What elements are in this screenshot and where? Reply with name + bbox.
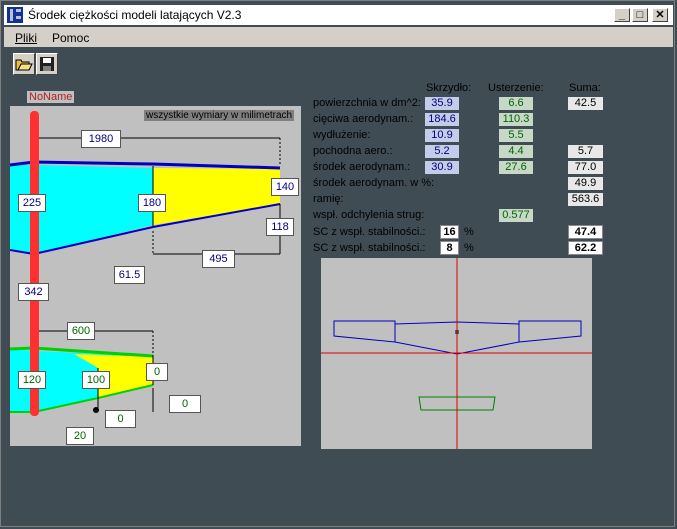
maximize-button[interactable]: □ — [632, 8, 648, 22]
wing-mid-chord-field[interactable]: 180 — [138, 194, 166, 212]
save-icon — [40, 57, 54, 71]
wing-tip-chord-field[interactable]: 140 — [271, 178, 299, 196]
row-label: pochodna aero.: — [313, 145, 393, 157]
model-drawing — [9, 111, 281, 416]
wing-root-chord-field[interactable]: 225 — [18, 194, 46, 212]
stab-tip-offset-field[interactable]: 0 — [169, 395, 201, 413]
row-label: cięciwa aerodynam.: — [313, 113, 414, 125]
stab-aspect-value: 5.5 — [499, 129, 533, 142]
sc1-unit: % — [464, 226, 474, 238]
minimize-button[interactable]: _ — [614, 8, 630, 22]
app-icon — [7, 7, 23, 23]
sc1-input[interactable]: 16 — [440, 225, 459, 239]
model-name-label[interactable]: NoName — [27, 91, 75, 103]
window-title: Środek ciężkości modeli latających V2.3 — [28, 8, 242, 22]
save-file-button[interactable] — [36, 53, 58, 75]
wing-tip-offset-field[interactable]: 118 — [266, 218, 294, 236]
units-note: wszystkie wymiary w milimetrach — [144, 110, 295, 121]
wing-area-value: 35.9 — [425, 97, 459, 110]
header-stab: Usterzenie: — [488, 82, 544, 94]
row-label: wydłużenie: — [313, 129, 371, 141]
stab-root-chord-field[interactable]: 120 — [18, 371, 46, 389]
row-label: środek aerodynam. w %: — [313, 177, 435, 189]
close-button[interactable]: ✕ — [652, 8, 668, 22]
stab-ac-value: 27.6 — [499, 161, 533, 174]
planform-view — [321, 258, 592, 449]
stab-mac-value: 110.3 — [499, 113, 533, 126]
tail-distance-field[interactable]: 342 — [18, 283, 49, 301]
stab-area-value: 6.6 — [499, 97, 533, 110]
sum-ac-value: 77.0 — [568, 161, 603, 174]
stab-mid-chord-field[interactable]: 100 — [82, 371, 110, 389]
sum-arm-value: 563.6 — [568, 193, 603, 206]
stab-tip-chord-field[interactable]: 0 — [146, 363, 168, 381]
sum-ac-percent-value: 49.9 — [568, 177, 603, 190]
sc2-result: 62.2 — [568, 241, 603, 255]
downwash-value: 0.577 — [499, 209, 533, 222]
sum-lift-slope-value: 5.7 — [568, 145, 603, 158]
sc1-label: SC z wspł. stabilności.: — [313, 226, 426, 238]
planform-drawing — [321, 258, 592, 449]
open-file-button[interactable] — [13, 53, 35, 75]
stab-lift-slope-value: 4.4 — [499, 145, 533, 158]
menu-pliki[interactable]: Pliki — [15, 31, 37, 45]
wing-le-offset-field[interactable]: 61.5 — [114, 266, 145, 284]
sum-area-value: 42.5 — [568, 97, 603, 110]
header-sum: Suma: — [569, 82, 601, 94]
row-label: powierzchnia w dm^2: — [313, 97, 421, 109]
wing-mac-value: 184.6 — [425, 113, 459, 126]
wing-span-field[interactable]: 1980 — [81, 130, 121, 148]
title-bar: Środek ciężkości modeli latających V2.3 … — [4, 5, 673, 25]
model-drawing-panel — [9, 106, 301, 446]
open-icon — [15, 59, 33, 71]
sc2-label: SC z wspł. stabilności.: — [313, 242, 426, 254]
row-label: ramię: — [313, 193, 344, 205]
row-label: wspł. odchylenia strug: — [313, 209, 425, 221]
stab-span-field[interactable]: 600 — [67, 322, 95, 340]
wing-sweep-field[interactable]: 495 — [202, 250, 235, 268]
stab-sweep-field[interactable]: 0 — [105, 410, 136, 428]
header-wing: Skrzydło: — [426, 82, 472, 94]
app-window: Środek ciężkości modeli latających V2.3 … — [0, 0, 675, 527]
wing-aspect-value: 10.9 — [425, 129, 459, 142]
menu-bar: Pliki Pomoc — [4, 27, 673, 47]
stab-le-offset-field[interactable]: 20 — [66, 427, 94, 445]
wing-ac-value: 30.9 — [425, 161, 459, 174]
menu-pomoc[interactable]: Pomoc — [52, 31, 89, 45]
sc2-input[interactable]: 8 — [440, 241, 459, 255]
sc1-result: 47.4 — [568, 225, 603, 239]
sc2-unit: % — [464, 242, 474, 254]
wing-lift-slope-value: 5.2 — [425, 145, 459, 158]
toolbar — [4, 49, 673, 77]
row-label: środek aerodynam.: — [313, 161, 411, 173]
